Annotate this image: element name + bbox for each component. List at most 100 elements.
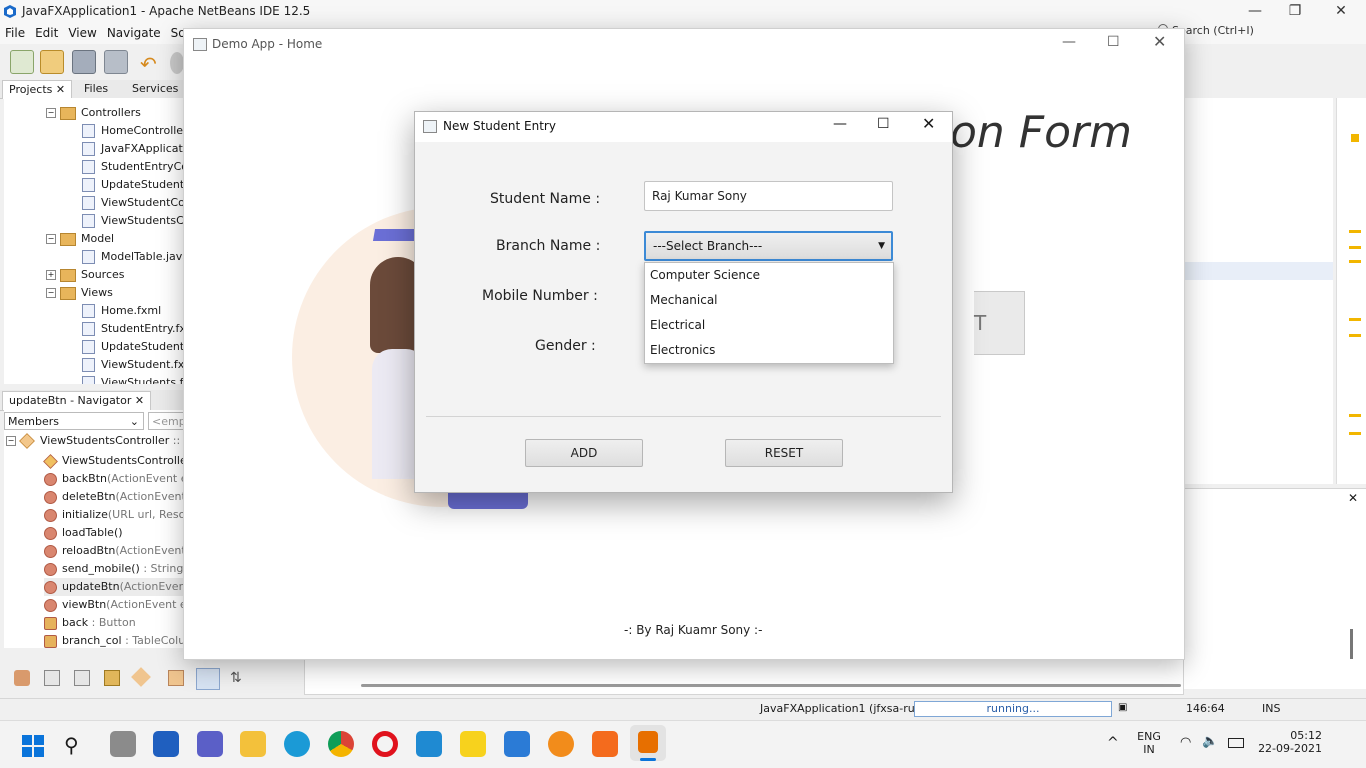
tree-item[interactable]: ViewStudentsCo [82, 212, 191, 230]
clock[interactable]: 05:12 22-09-2021 [1258, 729, 1322, 755]
member-item[interactable]: backBtn(ActionEvent ev [44, 470, 194, 488]
chrome-icon[interactable] [328, 731, 354, 757]
menu-file[interactable]: File [0, 24, 30, 42]
menu-navigate[interactable]: Navigate [102, 24, 166, 42]
maximize-icon[interactable]: ☐ [1107, 34, 1120, 50]
reset-button[interactable]: RESET [725, 439, 843, 467]
search-icon[interactable]: ⚲ [64, 733, 79, 757]
tab-services[interactable]: Services [126, 80, 184, 98]
expand-icon[interactable]: + [46, 270, 56, 280]
tree-item[interactable]: JavaFXApplicati [82, 140, 186, 158]
start-icon[interactable] [22, 735, 44, 757]
menu-edit[interactable]: Edit [30, 24, 63, 42]
warning-marker-icon[interactable] [1351, 134, 1359, 142]
restore-icon[interactable]: ❐ [1280, 3, 1310, 19]
xampp-icon[interactable] [592, 731, 618, 757]
open-project-icon[interactable] [72, 50, 96, 74]
ide-search-field[interactable]: Search (Ctrl+I) [1158, 24, 1358, 44]
branch-option-mechanical[interactable]: Mechanical [645, 288, 893, 313]
tree-item[interactable]: ViewStudent.fxm [82, 356, 195, 374]
member-item[interactable]: back : Button [44, 614, 136, 632]
battery-icon[interactable] [1228, 738, 1244, 748]
java-app-active-tile[interactable] [630, 725, 666, 761]
show-fields-icon[interactable] [44, 670, 60, 686]
student-name-input[interactable]: Raj Kumar Sony [644, 181, 893, 211]
member-item[interactable]: send_mobile() : String [44, 560, 183, 578]
tree-item[interactable]: StudentEntry.fx [82, 320, 186, 338]
warning-line-marker[interactable] [1349, 432, 1361, 435]
branch-option-electronics[interactable]: Electronics [645, 338, 893, 363]
sort-by-source-icon[interactable]: ⇅ [230, 670, 242, 686]
tree-item[interactable]: ViewStudents.fx [82, 374, 190, 384]
tree-item[interactable]: − Model [46, 230, 114, 248]
edge-icon[interactable] [284, 731, 310, 757]
member-item[interactable]: reloadBtn(ActionEvent e [44, 542, 196, 560]
maximize-icon[interactable]: ☐ [877, 116, 890, 132]
tree-item[interactable]: HomeController.j [82, 122, 193, 140]
file-explorer-icon[interactable] [240, 731, 266, 757]
tab-projects[interactable]: Projects ✕ [2, 80, 73, 99]
close-icon[interactable]: ✕ [1153, 32, 1166, 51]
horizontal-scrollbar[interactable] [361, 684, 1181, 687]
collapse-icon[interactable]: − [46, 288, 56, 298]
close-tab-icon[interactable]: ✕ [135, 394, 144, 407]
warning-line-marker[interactable] [1349, 230, 1361, 233]
warning-line-marker[interactable] [1349, 414, 1361, 417]
vscode-icon[interactable] [416, 731, 442, 757]
member-item[interactable]: initialize(URL url, Resour [44, 506, 197, 524]
member-item[interactable]: updateBtn(ActionEvent e [44, 578, 201, 596]
run-task-label[interactable]: JavaFXApplication1 (jfxsa-run) [760, 702, 926, 715]
branch-select[interactable]: ---Select Branch--- ▼ [644, 231, 893, 261]
tree-item[interactable]: ModelTable.java [82, 248, 189, 266]
collapse-icon[interactable]: − [46, 234, 56, 244]
warning-line-marker[interactable] [1349, 246, 1361, 249]
close-tab-icon[interactable]: ✕ [56, 83, 65, 96]
member-item[interactable]: viewBtn(ActionEvent ev [44, 596, 193, 614]
sort-by-name-icon[interactable] [196, 668, 220, 690]
language-indicator[interactable]: ENG IN [1136, 730, 1162, 756]
tree-item[interactable]: − Controllers [46, 104, 141, 122]
close-icon[interactable]: ✕ [1326, 3, 1356, 19]
blender-icon[interactable] [548, 731, 574, 757]
navigator-filter-input[interactable]: <empt [148, 412, 188, 430]
save-all-icon[interactable] [104, 50, 128, 74]
cancel-task-icon[interactable]: ▣ [1118, 702, 1127, 713]
virtualbox-icon[interactable] [504, 731, 530, 757]
tree-item[interactable]: Home.fxml [82, 302, 161, 320]
redo-icon[interactable] [170, 52, 184, 74]
minimize-icon[interactable]: — [1062, 34, 1076, 50]
new-file-icon[interactable] [10, 50, 34, 74]
minimize-icon[interactable]: — [1240, 3, 1270, 19]
new-project-icon[interactable] [40, 50, 64, 74]
minimize-icon[interactable]: — [833, 116, 847, 132]
tab-files[interactable]: Files [78, 80, 114, 98]
member-item[interactable]: branch_col : TableColum [44, 632, 196, 648]
warning-line-marker[interactable] [1349, 334, 1361, 337]
home-action-button[interactable]: T [974, 291, 1025, 355]
teams-icon[interactable] [197, 731, 223, 757]
branch-option-electrical[interactable]: Electrical [645, 313, 893, 338]
tree-item[interactable]: UpdateStudentC [82, 176, 192, 194]
branch-option-computer-science[interactable]: Computer Science [645, 263, 893, 288]
collapse-icon[interactable]: − [46, 108, 56, 118]
tree-item[interactable]: + Sources [46, 266, 125, 284]
opera-icon[interactable] [372, 731, 398, 757]
show-inherited-icon[interactable] [131, 667, 151, 687]
show-static-icon[interactable] [74, 670, 90, 686]
volume-icon[interactable]: 🔈 [1202, 734, 1218, 749]
tree-item[interactable]: − Views [46, 284, 113, 302]
member-item[interactable]: deleteBtn(ActionEvent e [44, 488, 196, 506]
menu-view[interactable]: View [63, 24, 101, 42]
lock-icon[interactable] [104, 670, 120, 686]
member-item[interactable]: loadTable() [44, 524, 123, 542]
member-item[interactable]: ViewStudentsController( [43, 452, 196, 470]
sticky-notes-icon[interactable] [460, 731, 486, 757]
tree-item[interactable]: StudentEntryCo [82, 158, 188, 176]
close-output-icon[interactable]: ✕ [1348, 491, 1358, 505]
fqn-icon[interactable] [168, 670, 184, 686]
undo-icon[interactable]: ↶ [140, 52, 157, 76]
tree-item[interactable]: ViewStudentCon [82, 194, 192, 212]
navigator-root[interactable]: − ViewStudentsController :: In [6, 433, 194, 449]
navigator-filter-select[interactable]: Members ⌄ [4, 412, 144, 430]
tab-navigator[interactable]: updateBtn - Navigator ✕ [2, 391, 152, 410]
